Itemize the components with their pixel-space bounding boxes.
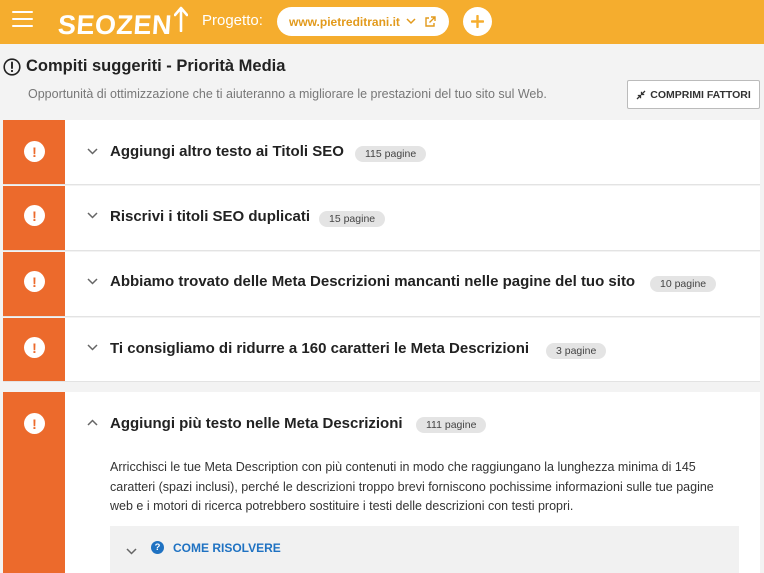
- hamburger-icon[interactable]: [12, 11, 33, 31]
- chevron-down-icon[interactable]: [83, 272, 101, 290]
- task-title[interactable]: Aggiungi altro testo ai Titoli SEO: [110, 143, 344, 160]
- plus-icon: [471, 15, 484, 28]
- task-title[interactable]: Aggiungi più testo nelle Meta Descrizion…: [110, 415, 403, 432]
- compress-factors-label: COMPRIMI FATTORI: [650, 88, 751, 101]
- logo[interactable]: SEOZEN: [56, 4, 189, 40]
- exclamation-icon: !: [24, 337, 45, 358]
- pages-badge: 15 pagine: [319, 211, 386, 227]
- section-header: Compiti suggeriti - Priorità Media: [3, 57, 285, 76]
- chevron-down-icon[interactable]: [83, 206, 101, 224]
- exclamation-icon: !: [24, 205, 45, 226]
- logo-text: SEOZEN: [56, 10, 174, 40]
- pages-badge: 111 pagine: [416, 417, 487, 433]
- exclamation-icon: !: [24, 141, 45, 162]
- logo-arrow-icon: [174, 6, 189, 32]
- task-row[interactable]: ! Abbiamo trovato delle Meta Descrizioni…: [3, 252, 760, 317]
- task-row-expanded[interactable]: ! Aggiungi più testo nelle Meta Descrizi…: [3, 392, 760, 573]
- exclamation-icon: !: [24, 271, 45, 292]
- pages-badge: 3 pagine: [546, 343, 607, 359]
- question-icon: ?: [151, 541, 164, 554]
- compress-icon: [636, 90, 646, 99]
- add-project-button[interactable]: [463, 7, 492, 36]
- pages-badge: 10 pagine: [650, 276, 717, 292]
- task-title[interactable]: Ti consigliamo di ridurre a 160 caratter…: [110, 340, 529, 357]
- task-row[interactable]: ! Ti consigliamo di ridurre a 160 caratt…: [3, 318, 760, 382]
- task-row[interactable]: ! Aggiungi altro testo ai Titoli SEO 115…: [3, 120, 760, 185]
- compress-factors-button[interactable]: COMPRIMI FATTORI: [627, 80, 760, 109]
- chevron-down-icon[interactable]: [126, 542, 137, 560]
- alert-circle-icon: [3, 57, 21, 76]
- exclamation-icon: !: [24, 413, 45, 434]
- how-to-fix-link[interactable]: COME RISOLVERE: [173, 541, 281, 555]
- top-bar: SEOZEN Progetto: www.pietreditrani.it: [0, 0, 764, 44]
- task-description: Arricchisci le tue Meta Description con …: [110, 460, 714, 513]
- task-row[interactable]: ! Riscrivi i titoli SEO duplicati 15 pag…: [3, 186, 760, 251]
- task-title[interactable]: Riscrivi i titoli SEO duplicati: [110, 208, 310, 225]
- task-title[interactable]: Abbiamo trovato delle Meta Descrizioni m…: [110, 273, 635, 290]
- pages-badge: 115 pagine: [355, 146, 427, 162]
- chevron-down-icon[interactable]: [83, 338, 101, 356]
- chevron-down-icon[interactable]: [83, 142, 101, 160]
- chevron-up-icon[interactable]: [83, 413, 101, 431]
- external-link-icon[interactable]: [424, 15, 436, 28]
- project-site: www.pietreditrani.it: [289, 14, 400, 29]
- project-label: Progetto:: [202, 12, 263, 29]
- page-subtitle: Opportunità di ottimizzazione che ti aiu…: [28, 87, 547, 101]
- chevron-down-icon: [406, 18, 416, 25]
- page-title: Compiti suggeriti - Priorità Media: [26, 57, 286, 75]
- how-to-fix-panel[interactable]: ? COME RISOLVERE: [110, 526, 739, 573]
- project-selector[interactable]: www.pietreditrani.it: [277, 7, 449, 36]
